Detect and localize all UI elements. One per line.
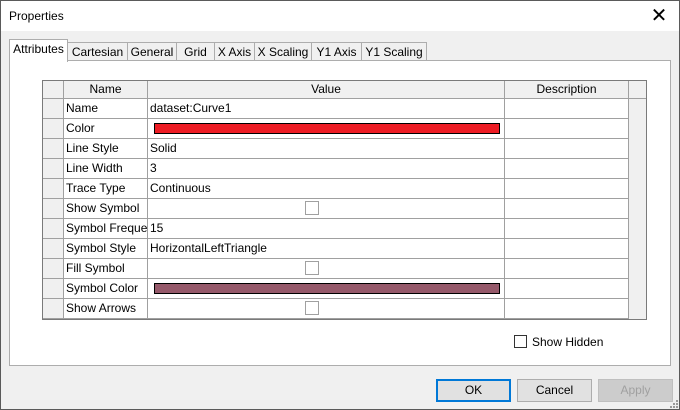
property-description[interactable] (505, 199, 629, 219)
tab-y1-scaling[interactable]: Y1 Scaling (361, 42, 427, 61)
row-header[interactable] (43, 119, 64, 139)
property-name[interactable]: Symbol Freque... (64, 219, 148, 239)
window-title: Properties (9, 9, 64, 23)
show-hidden-checkbox[interactable] (514, 335, 527, 348)
property-value[interactable]: dataset:Curve1 (148, 99, 505, 119)
row-header[interactable] (43, 99, 64, 119)
property-name[interactable]: Fill Symbol (64, 259, 148, 279)
property-name[interactable]: Symbol Style (64, 239, 148, 259)
property-name[interactable]: Show Arrows (64, 299, 148, 319)
property-description[interactable] (505, 179, 629, 199)
property-value[interactable] (148, 279, 505, 299)
property-value[interactable]: HorizontalLeftTriangle (148, 239, 505, 259)
show-hidden-label[interactable]: Show Hidden (532, 335, 603, 349)
property-name[interactable]: Symbol Color (64, 279, 148, 299)
column-header-value[interactable]: Value (148, 81, 505, 99)
tab-x-axis[interactable]: X Axis (214, 42, 255, 61)
property-name[interactable]: Line Style (64, 139, 148, 159)
row-header[interactable] (43, 239, 64, 259)
property-name[interactable]: Show Symbol (64, 199, 148, 219)
show-arrows-checkbox[interactable] (305, 301, 319, 315)
ok-button[interactable]: OK (436, 379, 511, 402)
tab-y1-axis[interactable]: Y1 Axis (311, 42, 362, 61)
property-value[interactable] (148, 259, 505, 279)
fill-symbol-checkbox[interactable] (305, 261, 319, 275)
row-header[interactable] (43, 299, 64, 319)
header-filler (629, 81, 646, 99)
attributes-panel: Name Value Description Name dataset:Curv… (9, 60, 671, 366)
color-swatch[interactable] (154, 123, 500, 134)
symbol-color-swatch[interactable] (154, 283, 500, 294)
tab-grid[interactable]: Grid (176, 42, 215, 61)
row-header[interactable] (43, 219, 64, 239)
title-bar: Properties ✕ (1, 1, 679, 31)
property-value[interactable]: 3 (148, 159, 505, 179)
cancel-button[interactable]: Cancel (517, 379, 592, 402)
property-description[interactable] (505, 299, 629, 319)
property-description[interactable] (505, 119, 629, 139)
grid-corner (43, 81, 64, 99)
property-description[interactable] (505, 219, 629, 239)
tab-general[interactable]: General (127, 42, 177, 61)
column-header-description[interactable]: Description (505, 81, 629, 99)
property-description[interactable] (505, 239, 629, 259)
property-value[interactable] (148, 299, 505, 319)
property-name[interactable]: Name (64, 99, 148, 119)
property-value[interactable] (148, 199, 505, 219)
row-header[interactable] (43, 179, 64, 199)
column-header-name[interactable]: Name (64, 81, 148, 99)
tab-x-scaling[interactable]: X Scaling (254, 42, 312, 61)
property-description[interactable] (505, 259, 629, 279)
property-name[interactable]: Line Width (64, 159, 148, 179)
properties-dialog: Properties ✕ Attributes Cartesian Genera… (0, 0, 680, 410)
tab-attributes[interactable]: Attributes (9, 39, 68, 62)
row-header[interactable] (43, 259, 64, 279)
property-description[interactable] (505, 139, 629, 159)
row-header[interactable] (43, 159, 64, 179)
property-description[interactable] (505, 99, 629, 119)
property-name[interactable]: Trace Type (64, 179, 148, 199)
grid-right-filler (629, 99, 646, 319)
apply-button[interactable]: Apply (598, 379, 673, 402)
resize-grip-icon[interactable] (668, 398, 678, 408)
show-symbol-checkbox[interactable] (305, 201, 319, 215)
row-header[interactable] (43, 279, 64, 299)
tab-cartesian[interactable]: Cartesian (67, 42, 128, 61)
property-description[interactable] (505, 279, 629, 299)
property-grid: Name Value Description Name dataset:Curv… (42, 80, 647, 320)
row-header[interactable] (43, 199, 64, 219)
property-value[interactable]: Continuous (148, 179, 505, 199)
property-value[interactable]: 15 (148, 219, 505, 239)
property-value[interactable]: Solid (148, 139, 505, 159)
property-value[interactable] (148, 119, 505, 139)
row-header[interactable] (43, 139, 64, 159)
property-description[interactable] (505, 159, 629, 179)
property-name[interactable]: Color (64, 119, 148, 139)
close-icon[interactable]: ✕ (645, 3, 673, 29)
